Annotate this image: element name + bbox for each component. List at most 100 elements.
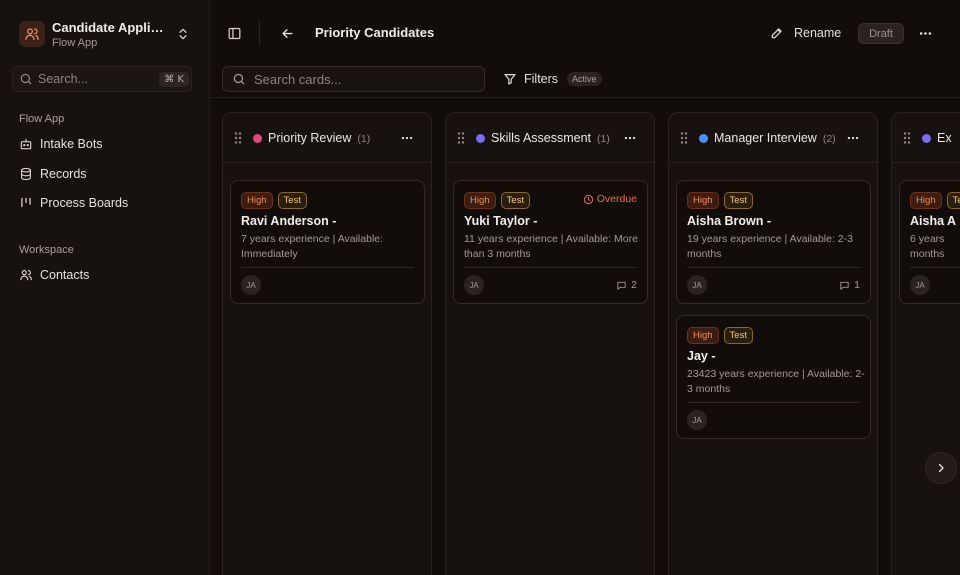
app-logo (19, 21, 45, 47)
clock-icon (583, 194, 593, 204)
message-icon (840, 281, 849, 290)
sidebar-item-label: Intake Bots (40, 137, 103, 151)
shortcut-hint: ⌘ K (159, 71, 189, 87)
rename-label: Rename (794, 26, 842, 40)
board-toolbar: Search cards... Filters Active (210, 62, 960, 98)
candidate-card[interactable]: High Test Ravi Anderson - 7 years experi… (230, 180, 425, 304)
comment-count-value: 2 (631, 279, 637, 291)
sidebar-item-label: Process Boards (40, 196, 129, 210)
drag-handle-icon[interactable] (902, 131, 912, 145)
column-count: (1) (357, 133, 371, 145)
scroll-right-button[interactable] (925, 452, 957, 484)
card-divider (910, 267, 960, 268)
users-icon (20, 270, 32, 281)
sidebar-item-records[interactable]: Records (12, 161, 198, 187)
filters-button[interactable]: Filters Active (495, 66, 610, 92)
candidate-card[interactable]: High Test Overdue Yuki Taylor - 11 years… (453, 180, 648, 304)
more-options-button[interactable] (912, 20, 938, 46)
column-color-dot (699, 134, 708, 143)
sidebar-item-intake-bots[interactable]: Intake Bots (12, 131, 198, 157)
app-switcher[interactable]: Candidate Applicat... Flow App (12, 16, 198, 52)
card-tags: High Test (241, 192, 307, 209)
priority-tag: High (464, 192, 496, 209)
users-icon (25, 28, 39, 40)
page-title: Priority Candidates (315, 25, 435, 40)
section-label-flow-app: Flow App (19, 113, 65, 125)
column-header: Ex (892, 113, 960, 163)
sidebar-item-process-boards[interactable]: Process Boards (12, 190, 198, 216)
header-divider (259, 20, 260, 46)
rename-button[interactable]: Rename (770, 21, 841, 45)
sidebar-item-contacts[interactable]: Contacts (12, 262, 198, 288)
column-count: (2) (822, 133, 836, 145)
candidate-card[interactable]: High Test Aisha A 6 years months JA (899, 180, 960, 304)
candidate-card[interactable]: High Test Aisha Brown - 19 years experie… (676, 180, 871, 304)
comment-count[interactable]: 2 (616, 279, 637, 291)
column-title: Ex (937, 131, 958, 145)
label-tag: Test (500, 192, 530, 209)
board-column: Ex High Test Aisha A 6 years months JA (891, 112, 960, 575)
column-color-dot (922, 134, 931, 143)
card-search-placeholder: Search cards... (254, 71, 342, 87)
avatar[interactable]: JA (241, 275, 261, 295)
column-menu-button[interactable] (397, 128, 417, 148)
sidebar-search-input[interactable]: Search... ⌘ K (12, 66, 192, 92)
column-title-text: Skills Assessment (491, 131, 592, 145)
toggle-sidebar-button[interactable] (221, 20, 247, 46)
card-title: Yuki Taylor - (464, 214, 538, 228)
avatar[interactable]: JA (687, 275, 707, 295)
board-column: Skills Assessment (1) High Test Overdue Y… (445, 112, 655, 575)
column-color-dot (253, 134, 262, 143)
header-bar: Priority Candidates Rename Draft (210, 0, 960, 62)
message-icon (617, 281, 626, 290)
card-description: 7 years experience | Available: Immediat… (241, 233, 384, 260)
card-description: 11 years experience | Available: More th… (464, 233, 638, 260)
card-tags: High Test (687, 192, 753, 209)
label-tag: Test (723, 192, 753, 209)
column-menu-button[interactable] (843, 128, 863, 148)
card-description: 6 years months (910, 233, 945, 260)
overdue-label: Overdue (596, 193, 637, 205)
comment-count[interactable]: 1 (839, 279, 860, 291)
column-title: Skills Assessment (1) (491, 131, 610, 145)
sidebar-item-label: Records (40, 167, 87, 181)
drag-handle-icon[interactable] (456, 131, 466, 145)
card-divider (464, 267, 637, 268)
chevron-right-icon (938, 463, 944, 473)
drag-handle-icon[interactable] (233, 131, 243, 145)
app-text: Candidate Applicat... Flow App (52, 20, 176, 49)
avatar[interactable]: JA (687, 410, 707, 430)
search-icon (20, 73, 32, 85)
bot-icon (20, 138, 32, 150)
overdue-indicator: Overdue (583, 193, 637, 205)
sidebar-toggle-icon (228, 27, 240, 39)
card-divider (241, 267, 414, 268)
database-icon (21, 167, 31, 181)
board-column: Priority Review (1) High Test Ravi Anders… (222, 112, 432, 575)
card-search-input[interactable]: Search cards... (222, 66, 485, 92)
back-button[interactable] (274, 20, 300, 46)
sidebar-search-placeholder: Search... (38, 72, 89, 86)
filters-label: Filters (524, 72, 559, 86)
column-header: Priority Review (1) (223, 113, 431, 163)
card-divider (687, 267, 860, 268)
card-title: Ravi Anderson - (241, 214, 337, 228)
candidate-card[interactable]: High Test Jay - 23423 years experience |… (676, 315, 871, 439)
more-horizontal-icon (401, 136, 413, 140)
comment-count-value: 1 (854, 279, 860, 291)
column-header: Manager Interview (2) (669, 113, 877, 163)
avatar[interactable]: JA (910, 275, 930, 295)
kanban-icon (21, 197, 31, 208)
more-horizontal-icon (847, 136, 859, 140)
section-label-workspace: Workspace (19, 244, 74, 256)
app-root: Candidate Applicat... Flow App Search...… (0, 0, 960, 575)
column-menu-button[interactable] (620, 128, 640, 148)
avatar[interactable]: JA (464, 275, 484, 295)
filter-icon (504, 74, 516, 85)
priority-tag: High (687, 192, 719, 209)
card-description: 19 years experience | Available: 2-3 mon… (687, 233, 853, 260)
app-subtitle: Flow App (52, 36, 98, 49)
column-title-text: Ex (937, 131, 952, 145)
drag-handle-icon[interactable] (679, 131, 689, 145)
pencil-icon (771, 28, 782, 39)
